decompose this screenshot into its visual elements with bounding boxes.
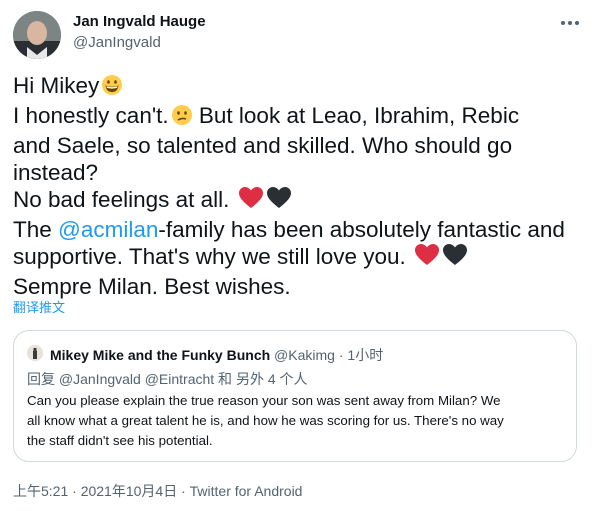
- grinning-emoji: [101, 74, 123, 102]
- red-heart-emoji: [238, 186, 264, 216]
- red-heart-emoji: [414, 243, 440, 273]
- translate-tweet-link[interactable]: 翻译推文: [13, 297, 65, 316]
- black-heart-emoji: [266, 186, 292, 216]
- quote-body-line-3: the staff didn't see his potential.: [27, 433, 213, 448]
- author-handle[interactable]: @JanIngvald: [73, 34, 161, 51]
- tweet-text: Hi Mikey I honestly can't. But look at L…: [13, 72, 588, 300]
- quote-header: Mikey Mike and the Funky Bunch @Kakimg ·…: [50, 345, 383, 365]
- tweet-line-2: I honestly can't. But look at Leao, Ibra…: [13, 102, 588, 132]
- tweet-line-1: Hi Mikey: [13, 72, 588, 102]
- quote-separator: ·: [334, 347, 348, 363]
- tweet-timestamp[interactable]: 上午5:21 · 2021年10月4日 · Twitter for Androi…: [13, 481, 302, 501]
- tweet-line-5: No bad feelings at all.: [13, 186, 588, 216]
- more-horizontal-icon[interactable]: [555, 13, 585, 33]
- mention-link[interactable]: @acmilan: [58, 217, 158, 242]
- tweet-line-7: supportive. That's why we still love you…: [13, 243, 588, 273]
- quote-author-handle: @Kakimg: [274, 347, 335, 363]
- quote-body-line-1: Can you please explain the true reason y…: [27, 393, 501, 408]
- quote-time: 1小时: [347, 347, 384, 363]
- quoted-tweet-card[interactable]: Mikey Mike and the Funky Bunch @Kakimg ·…: [13, 330, 577, 462]
- tweet-line-6: The @acmilan-family has been absolutely …: [13, 217, 565, 242]
- quote-author-name: Mikey Mike and the Funky Bunch: [50, 347, 271, 363]
- tweet-line-4: instead?: [13, 160, 99, 185]
- quote-body: Can you please explain the true reason y…: [27, 391, 567, 451]
- author-avatar[interactable]: [13, 11, 61, 59]
- quote-reply-to: 回复 @JanIngvald @Eintracht 和 另外 4 个人: [27, 371, 308, 387]
- author-name[interactable]: Jan Ingvald Hauge: [73, 13, 206, 30]
- confused-emoji: [171, 104, 193, 132]
- tweet-line-8: Sempre Milan. Best wishes.: [13, 274, 291, 299]
- tweet-line-3: and Saele, so talented and skilled. Who …: [13, 133, 513, 158]
- black-heart-emoji: [442, 243, 468, 273]
- quote-body-line-2: all know what a great talent he is, and …: [27, 413, 504, 428]
- quote-author-avatar: [27, 345, 43, 361]
